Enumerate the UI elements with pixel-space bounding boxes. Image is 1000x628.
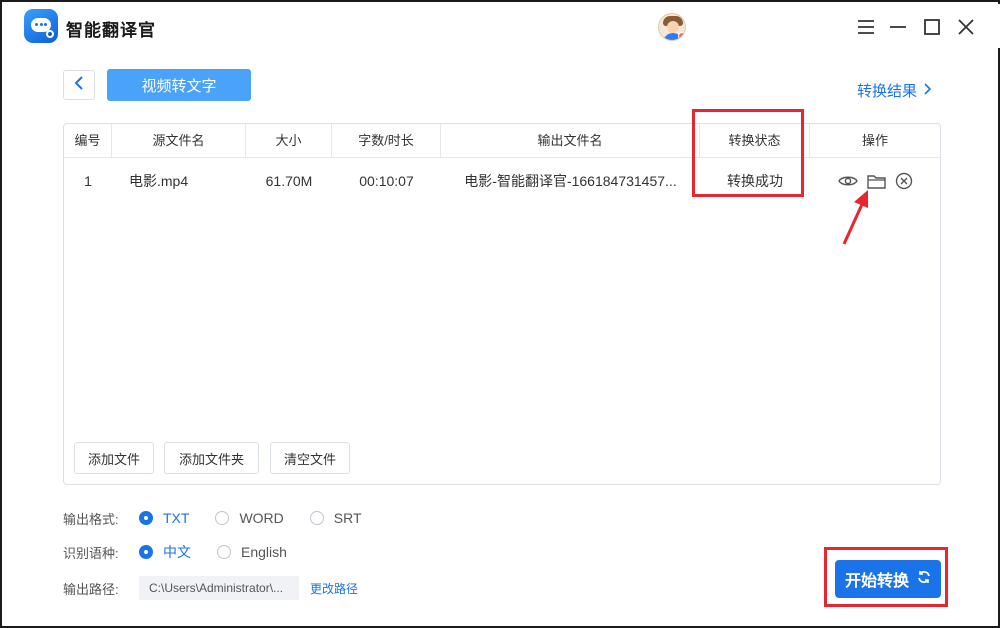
format-srt-label: SRT xyxy=(333,510,362,526)
cell-index: 1 xyxy=(84,173,92,189)
table-header: 编号 源文件名 大小 字数/时长 输出文件名 转换状态 操作 xyxy=(64,124,940,158)
format-txt-label: TXT xyxy=(163,510,190,526)
file-list-panel: 编号 源文件名 大小 字数/时长 输出文件名 转换状态 操作 1 电影.mp4 … xyxy=(63,123,941,485)
maximize-icon[interactable] xyxy=(922,17,942,37)
minimize-icon[interactable] xyxy=(888,17,908,37)
output-path-field[interactable]: C:\Users\Administrator\... xyxy=(139,576,299,600)
output-format-row: 输出格式: TXT WORD SRT xyxy=(63,507,388,529)
change-path-link[interactable]: 更改路径 xyxy=(310,580,358,597)
output-path-row: 输出路径: C:\Users\Administrator\... 更改路径 xyxy=(63,575,358,601)
menu-icon[interactable] xyxy=(856,17,876,37)
format-radio-txt[interactable]: TXT xyxy=(139,510,189,526)
app-title: 智能翻译官 xyxy=(66,21,156,40)
mode-tab-video-to-text[interactable]: 视频转文字 xyxy=(107,69,251,101)
header-duration: 字数/时长 xyxy=(332,124,441,157)
language-radio-english[interactable]: English xyxy=(217,544,287,560)
table-row[interactable]: 1 电影.mp4 61.70M 00:10:07 电影-智能翻译官-166184… xyxy=(64,158,940,204)
format-word-label: WORD xyxy=(239,510,284,526)
cell-source-name: 电影.mp4 xyxy=(129,173,189,189)
header-actions: 操作 xyxy=(861,133,888,148)
add-file-button[interactable]: 添加文件 xyxy=(74,442,154,474)
radio-dot xyxy=(309,511,324,525)
add-folder-button[interactable]: 添加文件夹 xyxy=(164,442,259,474)
output-format-label: 输出格式: xyxy=(63,511,119,527)
header-output-name: 输出文件名 xyxy=(441,124,700,157)
cell-duration: 00:10:07 xyxy=(359,173,414,189)
radio-dot-selected xyxy=(139,511,153,525)
back-button[interactable] xyxy=(63,70,95,100)
format-radio-word[interactable]: WORD xyxy=(215,510,284,526)
language-english-label: English xyxy=(241,544,287,560)
user-avatar[interactable] xyxy=(658,13,686,41)
radio-dot xyxy=(217,545,231,559)
eye-icon[interactable] xyxy=(837,174,858,188)
conversion-result-label: 转换结果 xyxy=(857,83,918,100)
annotation-status-highlight xyxy=(692,109,804,197)
cell-output-name: 电影-智能翻译官-166184731457... xyxy=(464,173,677,189)
cell-size: 61.70M xyxy=(265,173,313,189)
annotation-arrow xyxy=(842,190,868,245)
header-size: 大小 xyxy=(246,124,332,157)
folder-icon[interactable] xyxy=(866,174,886,189)
annotation-start-highlight xyxy=(824,547,948,607)
header-source-name: 源文件名 xyxy=(112,124,246,157)
output-path-label: 输出路径: xyxy=(63,581,119,597)
language-radio-chinese[interactable]: 中文 xyxy=(139,542,191,562)
app-logo-icon xyxy=(24,9,58,43)
clear-files-button[interactable]: 清空文件 xyxy=(270,442,350,474)
chevron-left-icon xyxy=(74,75,84,95)
delete-icon[interactable] xyxy=(895,172,913,190)
language-row: 识别语种: 中文 English xyxy=(63,541,313,563)
language-chinese-label: 中文 xyxy=(163,544,191,560)
radio-dot-selected xyxy=(139,545,153,559)
header-index: 编号 xyxy=(64,124,112,157)
cell-actions xyxy=(810,158,940,204)
close-icon[interactable] xyxy=(956,17,976,37)
language-label: 识别语种: xyxy=(63,545,119,561)
conversion-result-link[interactable]: 转换结果 xyxy=(857,80,932,101)
app-window: 智能翻译官 视频转文字 转换结果 编号 源文件名 大小 字数/时长 输出文件名 … xyxy=(0,0,1000,628)
radio-dot xyxy=(215,511,230,525)
format-radio-srt[interactable]: SRT xyxy=(309,510,362,526)
chevron-right-icon xyxy=(923,82,932,99)
title-bar: 智能翻译官 xyxy=(4,4,1000,48)
